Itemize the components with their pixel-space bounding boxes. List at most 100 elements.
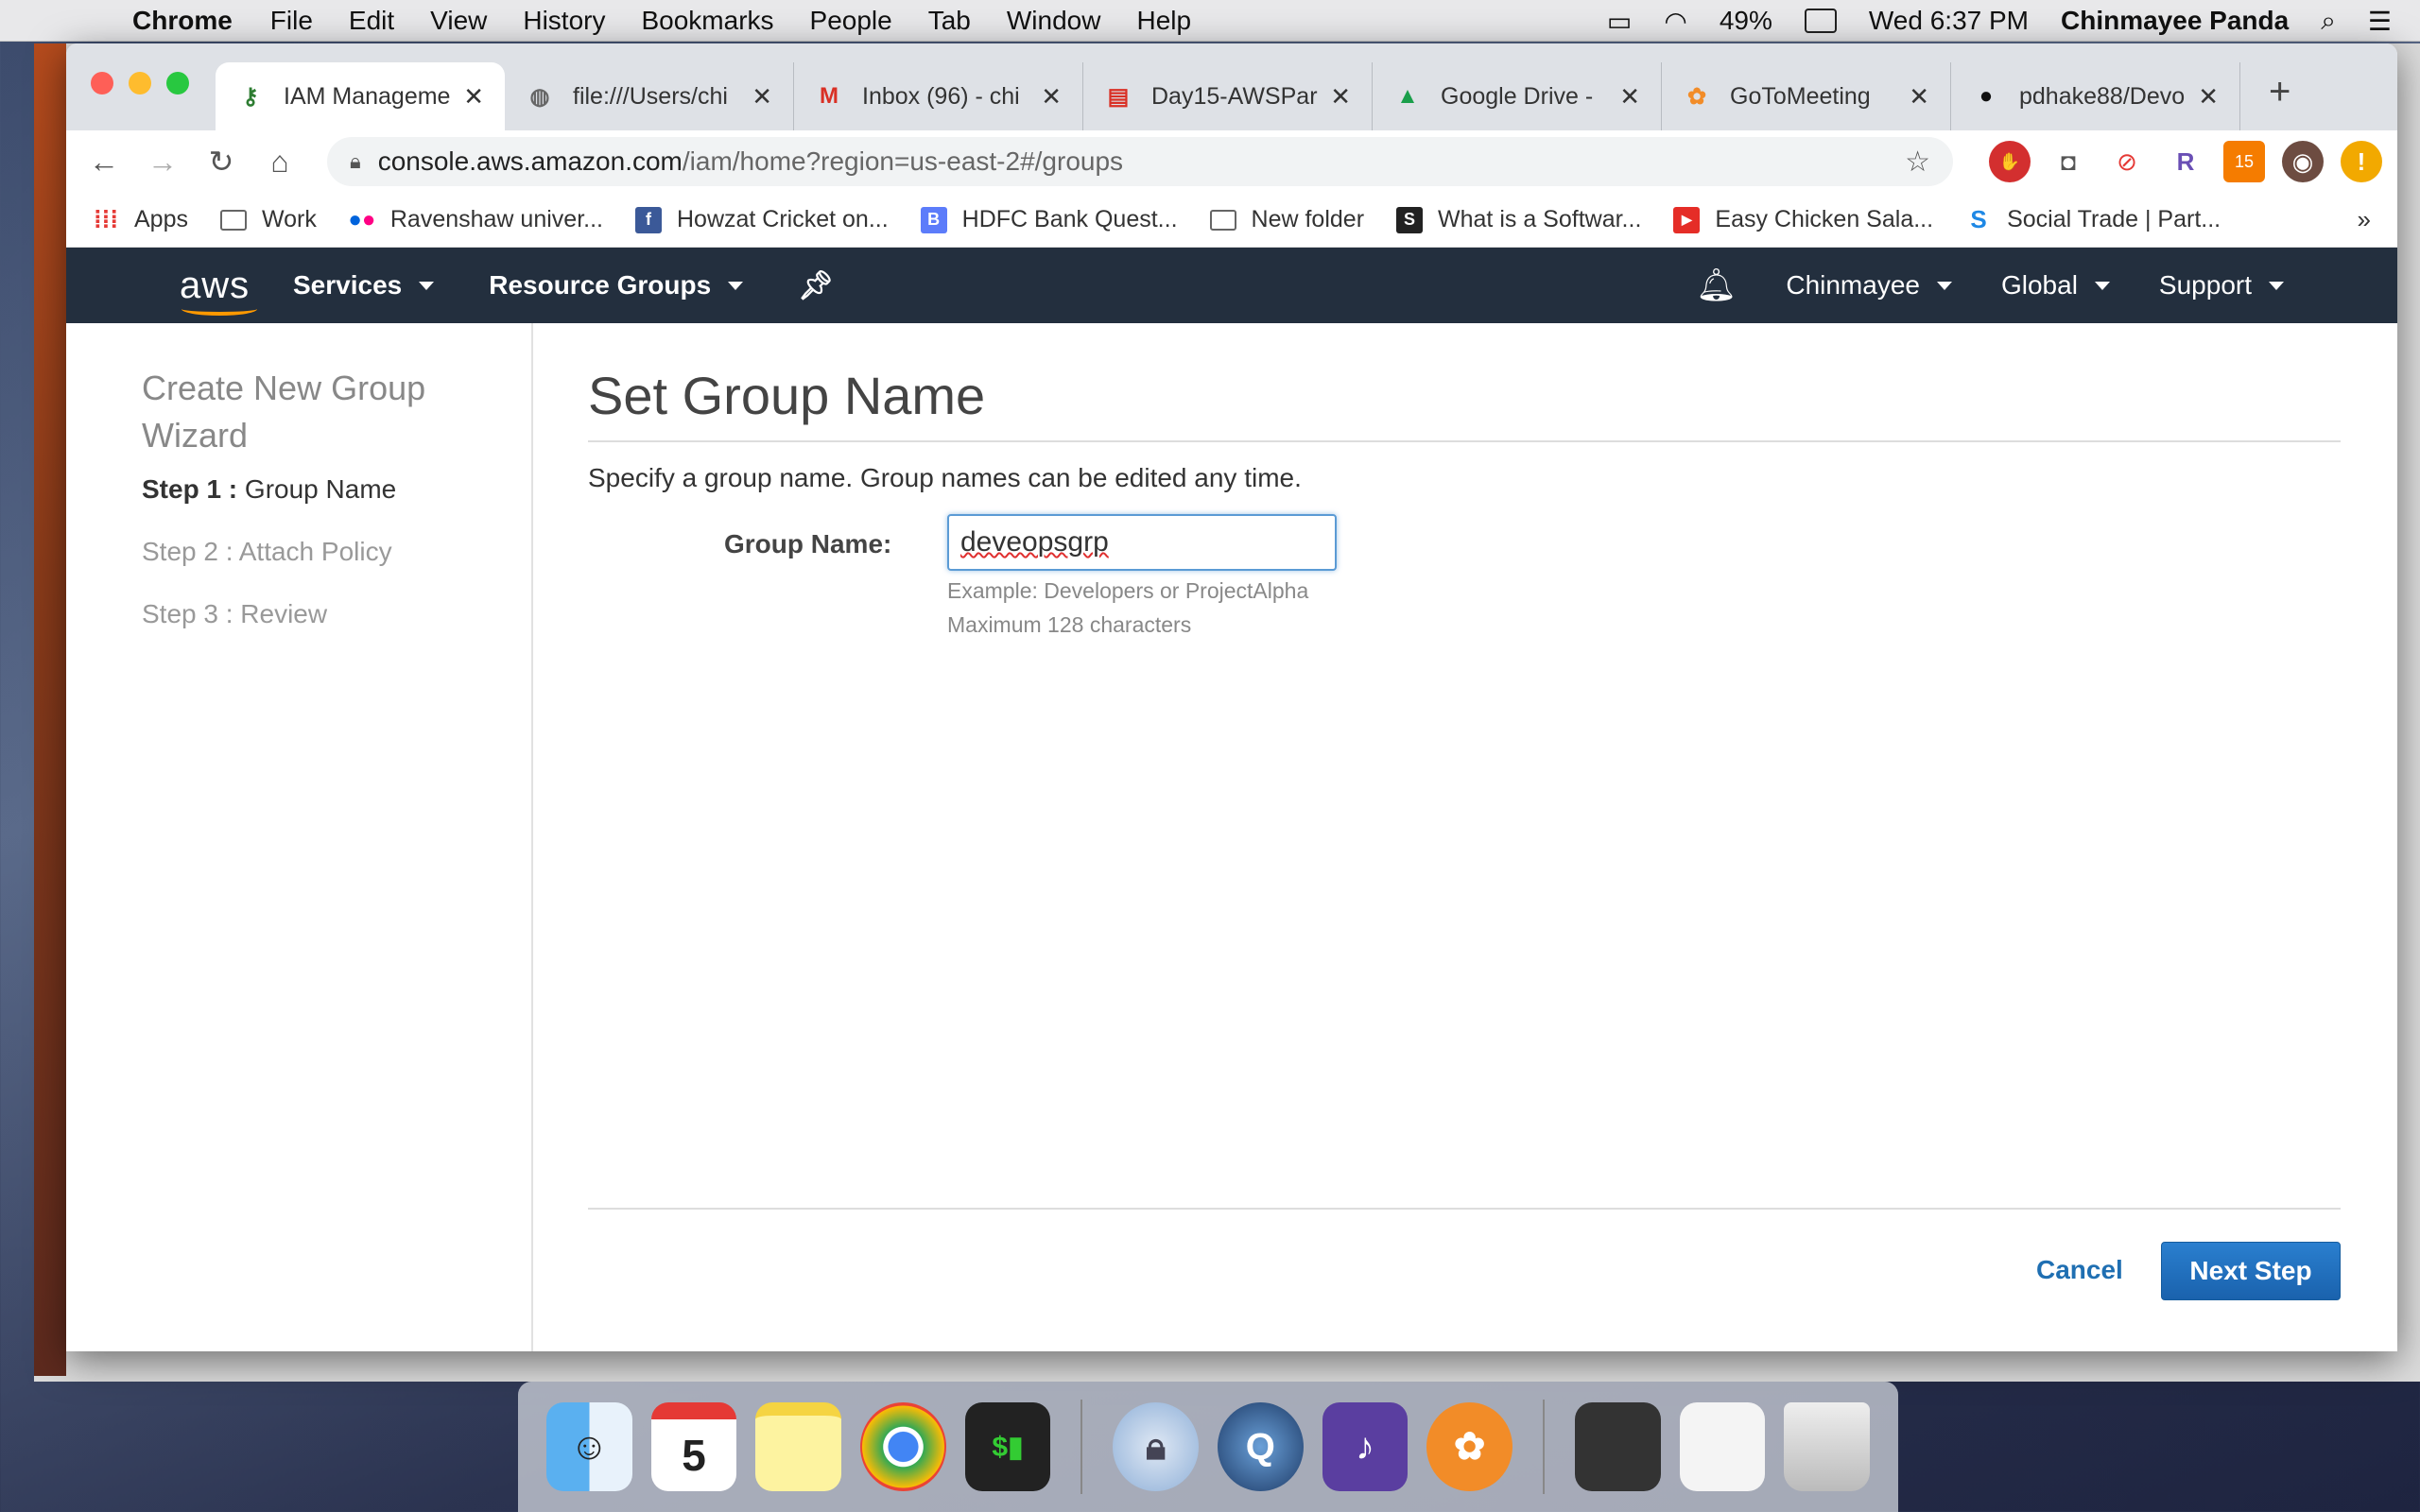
reload-icon[interactable]: ↻: [199, 139, 244, 184]
document-stack-icon[interactable]: [1679, 1402, 1766, 1491]
back-arrow-icon[interactable]: ←: [81, 139, 127, 184]
cancel-button[interactable]: Cancel: [2036, 1255, 2123, 1285]
next-step-button[interactable]: Next Step: [2161, 1242, 2341, 1300]
gotomeeting-icon[interactable]: ✿: [1426, 1402, 1512, 1491]
chevron-down-icon: [2269, 281, 2284, 290]
bookmark-label: HDFC Bank Quest...: [961, 206, 1178, 232]
close-tab-icon[interactable]: ✕: [1330, 82, 1351, 112]
aws-logo[interactable]: aws: [180, 265, 293, 316]
r-extension-icon[interactable]: R: [2165, 141, 2206, 182]
bookmark-software[interactable]: S What is a Softwar...: [1396, 206, 1641, 233]
minimize-window-icon[interactable]: [129, 72, 151, 94]
terminal-icon[interactable]: $▮: [964, 1402, 1051, 1491]
tab-title: Inbox (96) - chi: [862, 82, 1020, 110]
profile-avatar-icon[interactable]: ◉: [2282, 141, 2324, 182]
calendar-icon[interactable]: 5: [650, 1402, 737, 1491]
bookmark-apps[interactable]: ⁞⁞⁞ Apps: [93, 205, 188, 233]
b-icon: B: [920, 206, 947, 233]
close-tab-icon[interactable]: ✕: [463, 82, 484, 112]
tab-title: Google Drive -: [1441, 82, 1594, 110]
lock-icon[interactable]: 🔒︎: [1113, 1402, 1199, 1491]
calendar-extension-icon[interactable]: 15: [2223, 141, 2265, 182]
tab-gotomeeting[interactable]: ✿ GoToMeeting ✕: [1662, 62, 1951, 130]
lock-icon[interactable]: 🔒︎: [350, 149, 361, 174]
tab-title: pdhake88/Devo: [2019, 82, 2186, 110]
tab-google-drive[interactable]: ▲ Google Drive - ✕: [1373, 62, 1662, 130]
resource-groups-menu[interactable]: Resource Groups: [489, 270, 744, 301]
menu-view[interactable]: View: [430, 6, 487, 36]
close-tab-icon[interactable]: ✕: [1619, 82, 1640, 112]
bookmark-chicken-salad[interactable]: ▶ Easy Chicken Sala...: [1673, 206, 1933, 233]
close-tab-icon[interactable]: ✕: [752, 82, 772, 112]
close-tab-icon[interactable]: ✕: [1909, 82, 1929, 112]
menu-help[interactable]: Help: [1136, 6, 1191, 36]
bookmark-hdfc[interactable]: B HDFC Bank Quest...: [920, 206, 1178, 233]
step-3-review[interactable]: Step 3 : Review: [142, 599, 327, 629]
close-tab-icon[interactable]: ✕: [2198, 82, 2219, 112]
menu-app-name[interactable]: Chrome: [132, 6, 233, 36]
bookmark-star-icon[interactable]: ☆: [1905, 146, 1930, 179]
notification-center-icon[interactable]: ☰: [2368, 6, 2392, 37]
apps-grid-icon: ⁞⁞⁞: [94, 205, 118, 233]
clock[interactable]: Wed 6:37 PM: [1869, 6, 2029, 36]
finder-icon[interactable]: ☺: [546, 1402, 632, 1491]
bookmark-label: What is a Softwar...: [1438, 206, 1642, 232]
zoom-window-icon[interactable]: [166, 72, 189, 94]
chrome-icon[interactable]: [860, 1402, 946, 1491]
chrome-window: ⚷ IAM Manageme ✕ ◍ file:///Users/chi ✕ M…: [66, 43, 2397, 1351]
bookmark-howzat[interactable]: f Howzat Cricket on...: [634, 206, 889, 233]
tab-file[interactable]: ◍ file:///Users/chi ✕: [505, 62, 794, 130]
flash-extension-icon[interactable]: ⊘: [2106, 141, 2148, 182]
bell-icon[interactable]: 🔔︎: [1696, 266, 1737, 304]
bookmark-social-trade[interactable]: S Social Trade | Part...: [1965, 205, 2221, 233]
bookmark-new-folder[interactable]: New folder: [1209, 206, 1364, 233]
menu-file[interactable]: File: [270, 6, 313, 36]
group-name-input[interactable]: [947, 514, 1337, 571]
quicktime-icon[interactable]: Q: [1217, 1402, 1304, 1491]
wizard-main: Set Group Name Specify a group name. Gro…: [588, 323, 2341, 1351]
menu-history[interactable]: History: [523, 6, 605, 36]
st-logo-icon: S: [1970, 205, 1987, 233]
menu-edit[interactable]: Edit: [349, 6, 394, 36]
menu-window[interactable]: Window: [1007, 6, 1101, 36]
battery-percent[interactable]: 49%: [1720, 6, 1772, 36]
menu-bookmarks[interactable]: Bookmarks: [641, 6, 773, 36]
tab-title: IAM Manageme: [284, 82, 451, 110]
region-menu[interactable]: Global: [2001, 270, 2110, 301]
services-menu[interactable]: Services: [293, 270, 435, 301]
audio-app-icon[interactable]: ♪: [1322, 1402, 1409, 1491]
battery-icon[interactable]: [1804, 9, 1837, 33]
menu-tab[interactable]: Tab: [928, 6, 971, 36]
address-bar[interactable]: 🔒︎ console.aws.amazon.com/iam/home?regio…: [327, 137, 1953, 186]
bookmark-ravenshaw[interactable]: ● ● Ravenshaw univer...: [348, 206, 603, 233]
support-menu[interactable]: Support: [2159, 270, 2284, 301]
trash-icon[interactable]: [1784, 1402, 1870, 1491]
pin-icon[interactable]: 📌︎: [798, 269, 834, 302]
tab-iam-management[interactable]: ⚷ IAM Manageme ✕: [216, 62, 505, 130]
user-name[interactable]: Chinmayee Panda: [2061, 6, 2289, 36]
new-tab-icon[interactable]: +: [2269, 71, 2290, 113]
tab-inbox[interactable]: M Inbox (96) - chi ✕: [794, 62, 1083, 130]
step-2-attach-policy[interactable]: Step 2 : Attach Policy: [142, 537, 392, 567]
lightbulb-extension-icon[interactable]: ◘: [2048, 141, 2089, 182]
downloads-stack-icon[interactable]: [1574, 1402, 1661, 1491]
wizard-content: Create New Group Wizard Step 1 : Group N…: [66, 323, 2397, 1351]
airplay-icon[interactable]: ▭: [1607, 6, 1632, 37]
update-alert-icon[interactable]: !: [2341, 141, 2382, 182]
tab-day15[interactable]: ▤ Day15-AWSPar ✕: [1083, 62, 1373, 130]
step-1-group-name[interactable]: Step 1 : Group Name: [142, 474, 396, 505]
account-menu[interactable]: Chinmayee: [1786, 270, 1952, 301]
wifi-icon[interactable]: ◠: [1664, 6, 1686, 37]
notes-icon[interactable]: [755, 1402, 842, 1491]
menu-people[interactable]: People: [810, 6, 892, 36]
home-icon[interactable]: ⌂: [257, 139, 302, 184]
close-window-icon[interactable]: [91, 72, 113, 94]
chevron-down-icon: [419, 281, 435, 290]
close-tab-icon[interactable]: ✕: [1041, 82, 1062, 112]
forward-arrow-icon[interactable]: →: [140, 139, 185, 184]
bookmark-work[interactable]: Work: [219, 206, 317, 233]
tab-github[interactable]: ● pdhake88/Devo ✕: [1951, 62, 2240, 130]
adblock-extension-icon[interactable]: ✋: [1989, 141, 2031, 182]
spotlight-search-icon[interactable]: ⌕: [2321, 6, 2336, 37]
more-bookmarks-icon[interactable]: »: [2358, 205, 2371, 234]
